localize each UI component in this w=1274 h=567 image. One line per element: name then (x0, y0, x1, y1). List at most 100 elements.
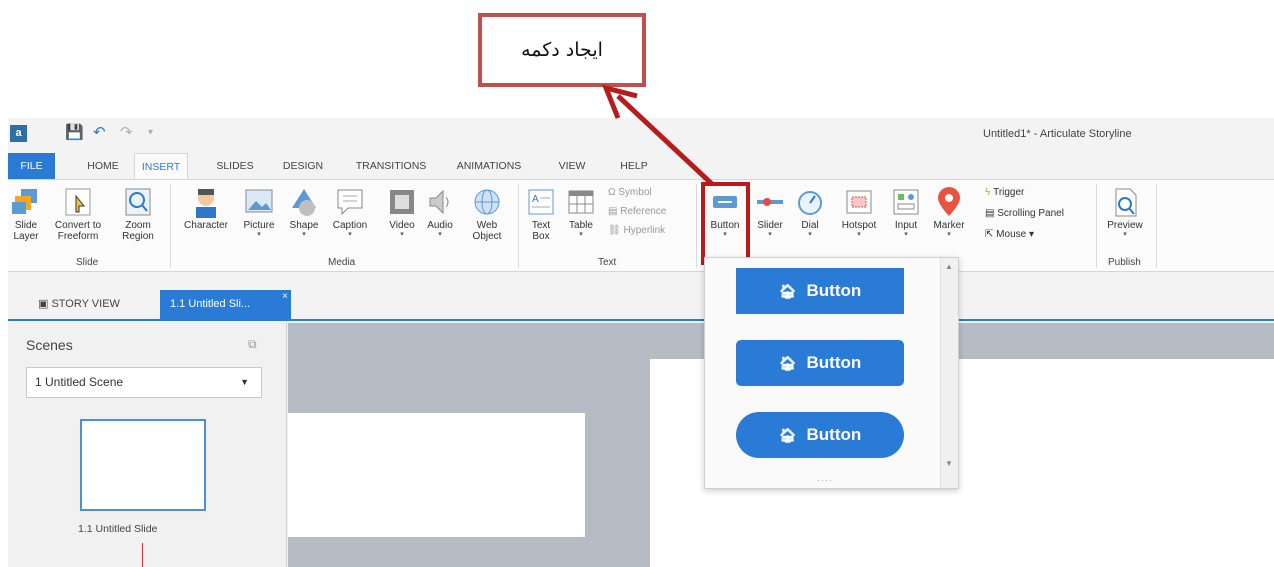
tab-file[interactable]: FILE (8, 153, 55, 179)
title-bar: a 💾 ↶ ↷ ▾ Untitled1* - Articulate Storyl… (8, 118, 1274, 150)
audio-icon (429, 189, 449, 215)
scrolling-panel-icon: ▤ (985, 208, 998, 219)
tab-story-view[interactable]: ▣ STORY VIEW (26, 290, 156, 319)
button-style-gallery: 🏠︎ Button 🏠︎ Button 🏠︎ Button ▲ ▼ ···· (704, 257, 959, 489)
symbol-button[interactable]: Ω Symbol (608, 186, 652, 200)
tab-animations[interactable]: ANIMATIONS (448, 153, 530, 179)
picture-button[interactable]: Picture ▾ (236, 186, 282, 239)
slide-area-left (288, 413, 585, 537)
video-icon (390, 190, 414, 214)
character-label: Character (184, 220, 228, 231)
undo-icon[interactable]: ↶ (93, 124, 106, 142)
button-style-rounded[interactable]: 🏠︎ Button (736, 340, 904, 386)
scene-dropdown[interactable]: 1 Untitled Scene ▼ (26, 367, 262, 398)
scenes-title: Scenes (26, 337, 73, 353)
tab-view[interactable]: VIEW (551, 153, 593, 179)
close-icon[interactable]: × (282, 282, 288, 311)
freeform-icon (65, 188, 91, 216)
shape-button[interactable]: Shape ▾ (284, 186, 324, 239)
input-button[interactable]: Input ▾ (886, 186, 926, 239)
button-style-label: Button (806, 353, 862, 372)
reference-icon: ▤ (608, 206, 621, 217)
playhead-line (142, 543, 143, 567)
marker-label: Marker (933, 220, 965, 231)
video-button[interactable]: Video ▾ (384, 186, 420, 239)
tab-help[interactable]: HELP (614, 153, 654, 179)
group-label-publish: Publish (1108, 257, 1141, 268)
button-style-label: Button (806, 425, 862, 444)
zoom-label-2: Region (122, 231, 154, 242)
slider-label: Slider (757, 220, 783, 231)
save-icon[interactable]: 💾 (65, 124, 84, 142)
button-style-label: Button (806, 281, 862, 300)
text-box-button[interactable]: A Text Box (524, 186, 558, 242)
tab-home[interactable]: HOME (78, 153, 128, 179)
mouse-button[interactable]: ⇱ Mouse ▾ (985, 228, 1034, 242)
character-button[interactable]: Character (176, 186, 236, 231)
caption-label: Caption (332, 220, 368, 231)
marker-button[interactable]: Marker ▾ (928, 186, 970, 239)
redo-icon[interactable]: ↷ (120, 124, 133, 142)
audio-button[interactable]: Audio ▾ (422, 186, 458, 239)
shape-icon (292, 189, 316, 216)
scrolling-panel-button[interactable]: ▤ Scrolling Panel (985, 207, 1064, 221)
preview-button[interactable]: Preview ▾ (1102, 186, 1148, 239)
scroll-down-icon[interactable]: ▼ (945, 459, 953, 468)
reference-button[interactable]: ▤ Reference (608, 205, 666, 219)
convert-freeform-button[interactable]: Convert to Freeform (48, 186, 108, 242)
slide-thumbnail[interactable] (80, 419, 206, 511)
audio-label: Audio (427, 220, 453, 231)
slide-layer-button[interactable]: Slide Layer (8, 186, 44, 242)
tab-transitions[interactable]: TRANSITIONS (348, 153, 434, 179)
tab-slides[interactable]: SLIDES (210, 153, 260, 179)
web-object-label-2: Object (472, 231, 502, 242)
ribbon: Slide Layer Convert to Freeform Zoom Reg… (8, 179, 1274, 272)
web-object-label-1: Web (476, 220, 498, 231)
group-separator (696, 184, 697, 268)
storyline-window: a 💾 ↶ ↷ ▾ Untitled1* - Articulate Storyl… (8, 118, 1274, 567)
hyperlink-button[interactable]: ⛓ Hyperlink (608, 224, 665, 238)
group-separator (1096, 184, 1097, 268)
button-style-pill[interactable]: 🏠︎ Button (736, 412, 904, 458)
slider-icon (757, 198, 783, 206)
zoom-region-button[interactable]: Zoom Region (118, 186, 158, 242)
tab-insert[interactable]: INSERT (134, 153, 188, 180)
gallery-scrollbar[interactable]: ▲ ▼ (940, 258, 958, 488)
hyperlink-label: Hyperlink (623, 225, 666, 236)
group-label-slide: Slide (76, 257, 99, 268)
web-object-button[interactable]: Web Object (466, 186, 508, 242)
group-separator (1156, 184, 1157, 268)
customize-icon[interactable]: ▾ (148, 124, 153, 142)
dial-label: Dial (801, 220, 819, 231)
text-box-label-1: Text (531, 220, 551, 231)
dial-button[interactable]: Dial ▾ (792, 186, 828, 239)
restore-panel-icon[interactable]: ⧉ (248, 337, 257, 352)
tab-slide[interactable]: 1.1 Untitled Sli... × (160, 290, 291, 319)
picture-label: Picture (243, 220, 275, 231)
annotation-text: ایجاد دکمه (521, 39, 603, 61)
hotspot-button[interactable]: Hotspot ▾ (834, 186, 884, 239)
resize-grip-icon[interactable]: ···· (817, 475, 833, 485)
caption-icon (337, 189, 363, 216)
home-icon: 🏠︎ (778, 354, 797, 371)
convert-label-1: Convert to (54, 220, 102, 231)
group-separator (518, 184, 519, 268)
convert-label-2: Freeform (57, 231, 99, 242)
button-style-square[interactable]: 🏠︎ Button (736, 268, 904, 314)
svg-text:A: A (532, 194, 539, 205)
caption-button[interactable]: Caption ▾ (326, 186, 374, 239)
dial-icon (798, 191, 822, 215)
trigger-label: Trigger (993, 187, 1025, 198)
trigger-button[interactable]: ϟ Trigger (985, 186, 1024, 200)
group-separator (170, 184, 171, 268)
slider-button[interactable]: Slider ▾ (750, 186, 790, 239)
table-button[interactable]: Table ▾ (562, 186, 600, 239)
slide-layer-icon (12, 189, 37, 214)
scroll-up-icon[interactable]: ▲ (945, 262, 953, 271)
scene-dropdown-value: 1 Untitled Scene (35, 375, 124, 389)
table-label: Table (569, 220, 593, 231)
group-label-text: Text (598, 257, 617, 268)
input-label: Input (894, 220, 918, 231)
tab-design[interactable]: DESIGN (276, 153, 330, 179)
preview-label: Preview (1107, 220, 1143, 231)
